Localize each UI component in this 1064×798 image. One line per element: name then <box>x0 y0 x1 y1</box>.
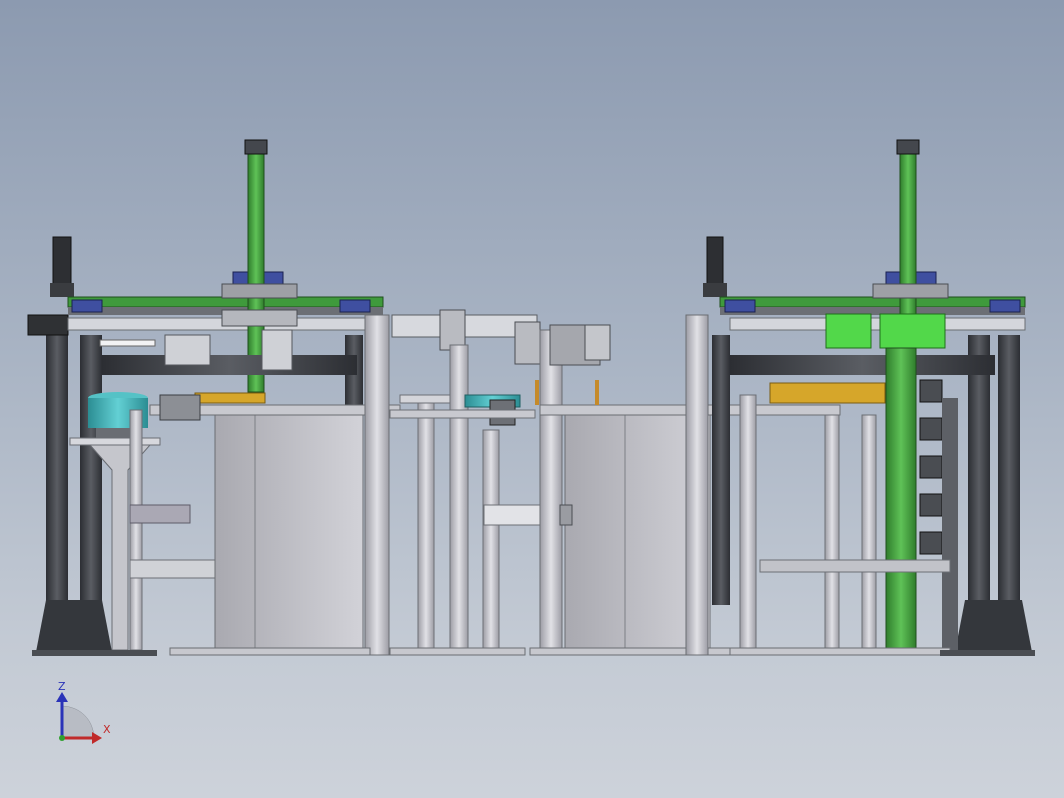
triad-x-label: X <box>103 723 111 736</box>
stacked-unit-5 <box>919 531 943 555</box>
center-post-1 <box>417 399 435 654</box>
center-tall-post <box>539 329 563 656</box>
right-linear-rail <box>729 317 1026 331</box>
left-dark-crossbeam <box>102 355 357 375</box>
right-light-post-1 <box>685 314 709 656</box>
right-green-cylinder-1 <box>825 313 872 349</box>
right-bearing-block-2 <box>989 299 1021 313</box>
cad-assembly-viewport[interactable]: Z X <box>0 0 1064 798</box>
right-dark-leg-2 <box>968 335 990 605</box>
right-dark-leg-3 <box>998 335 1020 605</box>
right-gantry-module <box>685 139 1035 656</box>
triad-z-label: Z <box>58 680 66 693</box>
right-green-column <box>885 347 917 654</box>
right-dark-crossbeam <box>730 355 995 375</box>
left-servo-motor <box>52 236 72 288</box>
stacked-unit-2 <box>919 417 943 441</box>
left-linear-rail <box>67 317 369 331</box>
left-gripper-cylinder <box>164 334 211 366</box>
left-dark-leg-2 <box>80 335 102 605</box>
left-leg-gusset <box>36 600 112 652</box>
left-dark-leg-1 <box>46 335 68 605</box>
center-post-3 <box>482 429 500 654</box>
left-bearing-block-2 <box>339 299 371 313</box>
stacked-unit-3 <box>919 455 943 479</box>
stacked-unit-4 <box>919 493 943 517</box>
right-yellow-parts-tray <box>769 382 886 404</box>
left-cabinet-panel <box>214 414 364 651</box>
right-dark-leg-1 <box>712 335 730 605</box>
right-bearing-block-1 <box>724 299 756 313</box>
left-carriage-plate <box>221 283 298 299</box>
left-z-axis-cap <box>244 139 268 155</box>
right-carriage-plate <box>872 283 949 299</box>
left-bearing-block-1 <box>71 299 103 313</box>
right-servo-motor <box>706 236 724 286</box>
left-motor-side <box>27 314 69 336</box>
center-module <box>389 309 541 656</box>
right-z-axis-cap <box>896 139 920 155</box>
right-green-cylinder-2 <box>879 313 946 349</box>
center-post-2 <box>449 344 469 654</box>
left-yellow-parts <box>194 392 266 404</box>
stacked-unit-1 <box>919 379 943 403</box>
right-light-post-2 <box>739 394 757 654</box>
vertical-post-a <box>364 314 390 656</box>
left-light-post-1 <box>129 409 143 651</box>
right-leg-gusset <box>955 600 1032 652</box>
coordinate-triad-icon: Z X <box>56 680 111 744</box>
